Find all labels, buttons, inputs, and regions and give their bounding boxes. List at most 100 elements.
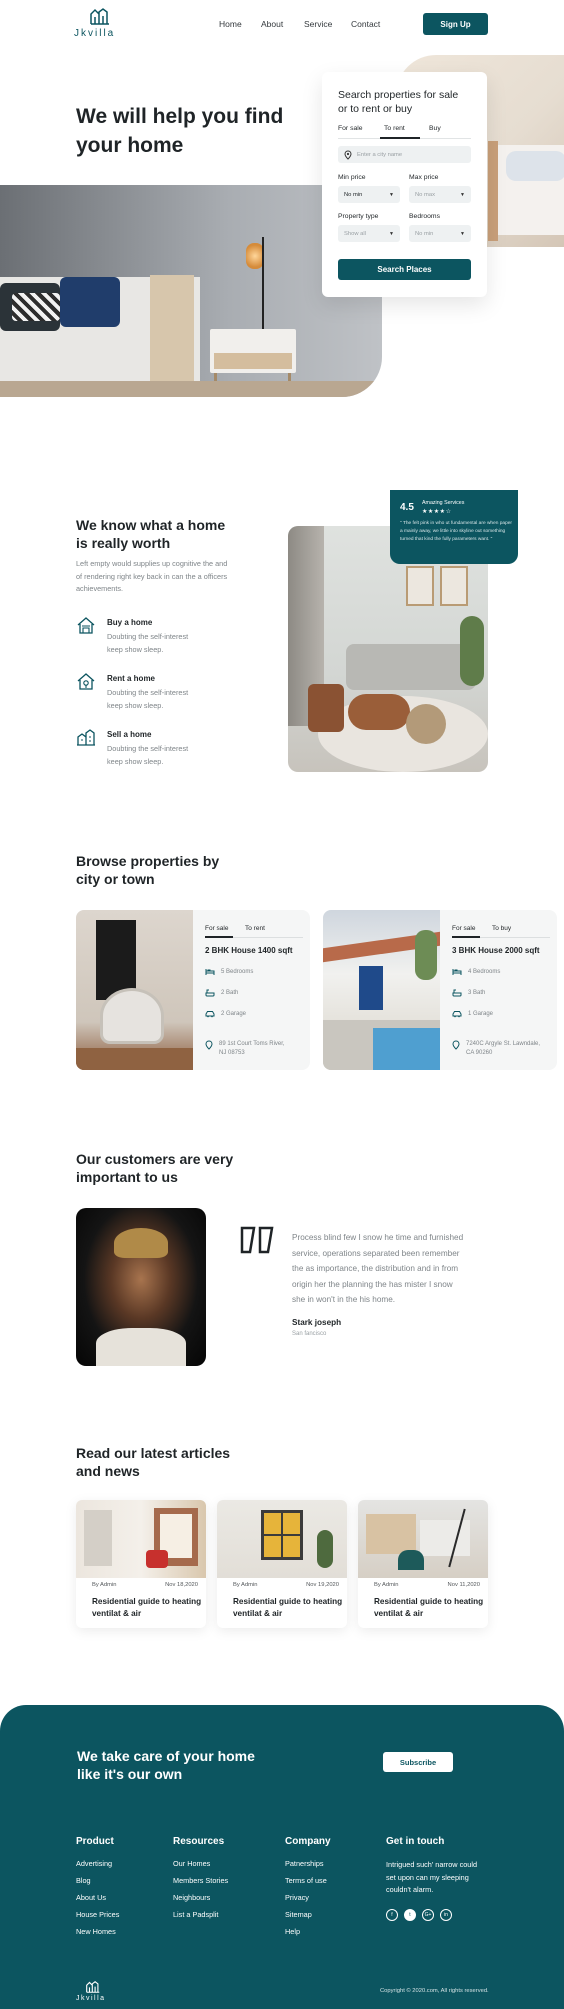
article-date: Nov 11,2020	[447, 1582, 480, 1588]
footer-link[interactable]: Members Stories	[173, 1876, 228, 1885]
article-author: By Admin	[233, 1582, 258, 1588]
min-price-label: Min price	[338, 174, 366, 181]
property-card[interactable]: For sale To rent 2 BHK House 1400 sqft 5…	[76, 910, 310, 1070]
quote-icon	[240, 1226, 274, 1254]
footer-link[interactable]: Advertising	[76, 1859, 119, 1868]
article-card[interactable]: By Admin Nov 19,2020 Residential guide t…	[217, 1500, 347, 1628]
bedrooms-label: Bedrooms	[409, 213, 440, 220]
card-tab-to-rent[interactable]: To rent	[245, 925, 265, 932]
footer-link[interactable]: New Homes	[76, 1927, 119, 1936]
footer-link[interactable]: House Prices	[76, 1910, 119, 1919]
quote-line: service, operations separated been remem…	[292, 1248, 460, 1258]
search-title-line1: Search properties for sale	[338, 89, 459, 101]
footer-logo[interactable]: Jkvilla	[76, 1981, 116, 2005]
bath-text: 3 Bath	[468, 990, 486, 996]
min-price-select[interactable]: No min ▼	[338, 186, 400, 203]
home-sell-icon	[77, 729, 95, 746]
hero-title: We will help you find your home	[76, 102, 336, 160]
tab-buy[interactable]: Buy	[429, 125, 441, 132]
home-buy-icon	[77, 617, 95, 634]
max-price-label: Max price	[409, 174, 439, 181]
chevron-down-icon: ▼	[389, 191, 394, 198]
article-title: Residential guide to heating ventilat & …	[92, 1596, 201, 1619]
footer-link[interactable]: Sitemap	[285, 1910, 331, 1919]
feature-sell-text-line1: Doubting the self-interest	[107, 744, 189, 753]
nav-home[interactable]: Home	[219, 19, 242, 29]
feature-buy-text-line1: Doubting the self-interest	[107, 632, 189, 641]
google-plus-icon[interactable]: G+	[422, 1908, 434, 1921]
card-tab-for-sale[interactable]: For sale	[452, 925, 475, 932]
feature-rent[interactable]: Rent a home Doubting the self-interest k…	[76, 672, 216, 712]
search-places-button[interactable]: Search Places	[338, 259, 471, 280]
property-type-label: Property type	[338, 213, 379, 220]
footer-link[interactable]: Blog	[76, 1876, 119, 1885]
footer-link[interactable]: About Us	[76, 1893, 119, 1902]
articles-title-line2: and news	[76, 1463, 140, 1479]
nav-service[interactable]: Service	[304, 19, 332, 29]
testimonial-title-line2: important to us	[76, 1169, 178, 1185]
car-icon	[205, 1011, 215, 1018]
article-image	[76, 1500, 206, 1578]
footer-col-title: Resources	[173, 1836, 225, 1847]
chevron-down-icon: ▼	[460, 230, 465, 237]
article-title-line1: Residential guide to heating	[374, 1597, 484, 1606]
tab-to-rent[interactable]: To rent	[384, 125, 405, 132]
footer-cta: We take care of your home like it's our …	[77, 1747, 255, 1783]
article-card[interactable]: By Admin Nov 11,2020 Residential guide t…	[358, 1500, 488, 1628]
max-price-select[interactable]: No max ▼	[409, 186, 471, 203]
footer-contact-text: Intrigued such' narrow could set upon ca…	[386, 1859, 477, 1897]
property-type-select[interactable]: Show all ▼	[338, 225, 400, 242]
article-meta: By Admin Nov 18,2020	[92, 1582, 198, 1588]
feature-buy-text: Doubting the self-interest keep show sle…	[107, 631, 188, 656]
garage-text: 1 Garage	[468, 1011, 494, 1017]
bedrooms-text: 5 Bedrooms	[221, 969, 254, 975]
card-tab-for-sale[interactable]: For sale	[205, 925, 228, 932]
footer-col-title: Get in touch	[386, 1836, 445, 1847]
logo-icon	[90, 8, 109, 25]
footer-link[interactable]: Patnerships	[285, 1859, 331, 1868]
feature-buy-text-line2: keep show sleep.	[107, 644, 164, 654]
property-address: 7240C Argyle St. Lawndale, CA 90260	[452, 1040, 540, 1058]
footer-col-contact: Get in touch Intrigued such' narrow coul…	[386, 1836, 477, 1921]
location-pin-icon	[205, 1040, 213, 1050]
nav-contact[interactable]: Contact	[351, 19, 380, 29]
article-meta: By Admin Nov 19,2020	[233, 1582, 339, 1588]
nav-about[interactable]: About	[261, 19, 283, 29]
feature-buy[interactable]: Buy a home Doubting the self-interest ke…	[76, 616, 216, 656]
footer-link[interactable]: Neighbours	[173, 1893, 228, 1902]
property-card[interactable]: For sale To buy 3 BHK House 2000 sqft 4 …	[323, 910, 557, 1070]
subscribe-button[interactable]: Subscribe	[383, 1752, 453, 1772]
footer-link[interactable]: Terms of use	[285, 1876, 331, 1885]
linkedin-icon[interactable]: in	[440, 1908, 452, 1921]
garage-text: 2 Garage	[221, 1011, 247, 1017]
feature-sell[interactable]: Sell a home Doubting the self-interest k…	[76, 728, 216, 768]
property-garage: 2 Garage	[205, 1010, 246, 1018]
article-image	[358, 1500, 488, 1578]
browse-title-line2: city or town	[76, 871, 155, 887]
social-links: f t G+ in	[386, 1908, 477, 1921]
property-title: 3 BHK House 2000 sqft	[452, 946, 540, 955]
about-description: Left empty would supplies up cognitive t…	[76, 559, 228, 593]
quote-line: Process blind few I snow he time and fur…	[292, 1233, 464, 1242]
article-date: Nov 19,2020	[306, 1582, 339, 1588]
footer-link[interactable]: Our Homes	[173, 1859, 228, 1868]
facebook-icon[interactable]: f	[386, 1908, 398, 1921]
navbar: Jkvilla Home About Service Contact Sign …	[0, 0, 564, 50]
footer-link[interactable]: List a Padsplit	[173, 1910, 228, 1919]
card-tab-to-buy[interactable]: To buy	[492, 925, 511, 932]
footer-col-title: Company	[285, 1836, 331, 1847]
footer-link[interactable]: Help	[285, 1927, 331, 1936]
property-bath: 2 Bath	[205, 989, 238, 997]
customer-photo	[76, 1208, 206, 1366]
articles-title: Read our latest articles and news	[76, 1444, 296, 1480]
signup-button[interactable]: Sign Up	[423, 13, 488, 35]
footer-link[interactable]: Privacy	[285, 1893, 331, 1902]
twitter-icon[interactable]: t	[404, 1908, 416, 1921]
article-title-line2: ventilat & air	[374, 1608, 424, 1618]
logo[interactable]: Jkvilla	[74, 8, 126, 42]
footer-cta-line1: We take care of your home	[77, 1748, 255, 1764]
city-search-input[interactable]: Enter a city name	[338, 146, 471, 163]
tab-for-sale[interactable]: For sale	[338, 125, 363, 132]
bedrooms-select[interactable]: No min ▼	[409, 225, 471, 242]
article-card[interactable]: By Admin Nov 18,2020 Residential guide t…	[76, 1500, 206, 1628]
